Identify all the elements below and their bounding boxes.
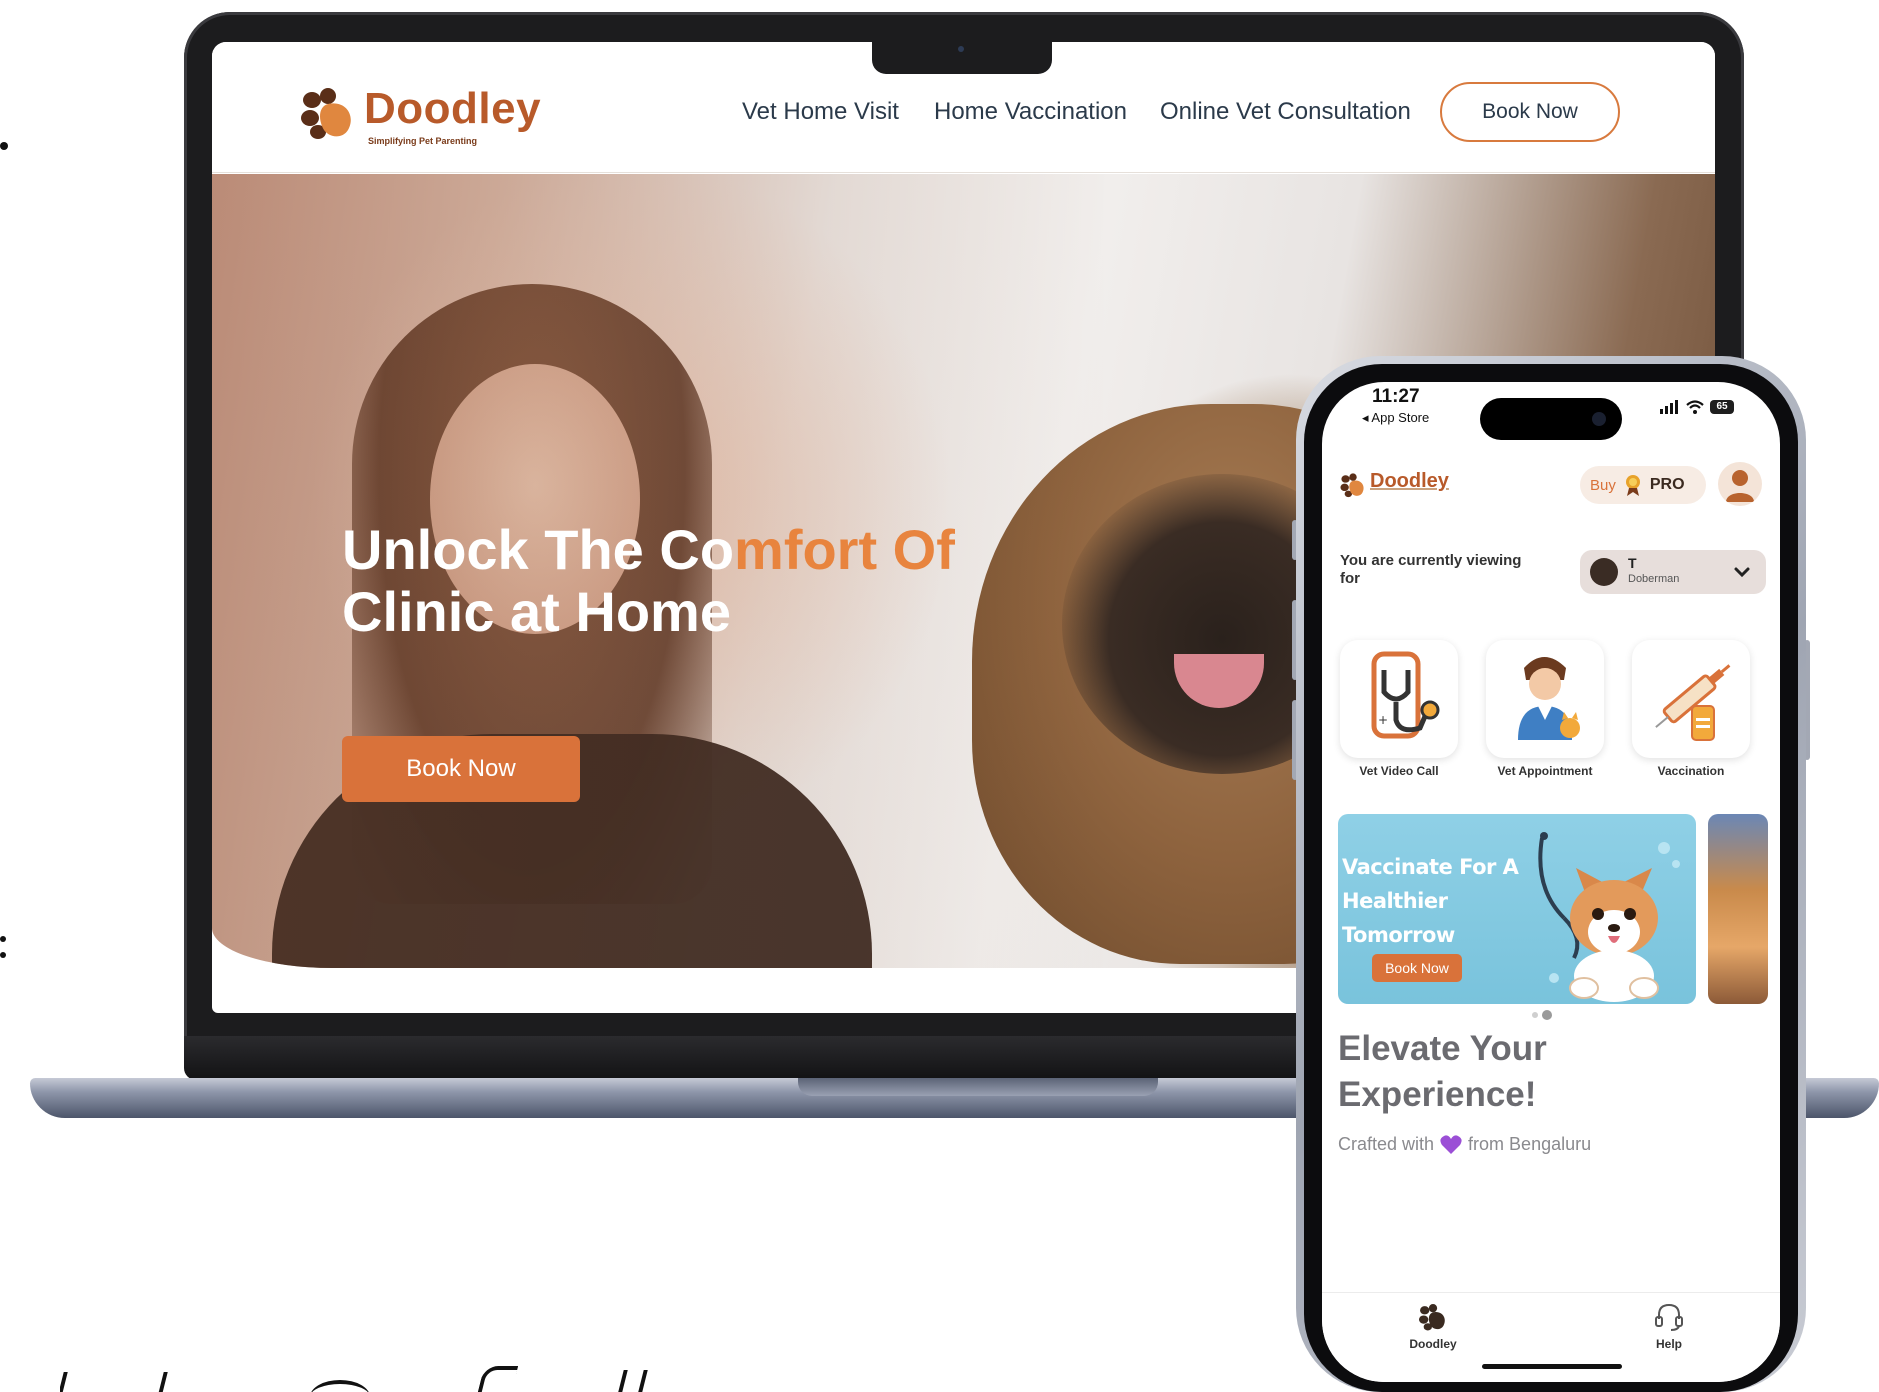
- nav-online-vet-consultation[interactable]: Online Vet Consultation: [1160, 98, 1411, 126]
- app-paw-logo-icon: [1340, 473, 1364, 498]
- cropped-colon: [0, 936, 6, 966]
- laptop-groove: [798, 1078, 1158, 1096]
- chevron-down-icon: [1734, 567, 1750, 578]
- corgi-illustration-icon: [1538, 832, 1680, 1002]
- banner-title: Vaccinate For A Healthier Tomorrow: [1342, 855, 1519, 947]
- buy-pro-button[interactable]: Buy PRO: [1580, 466, 1706, 504]
- phone-screen: 11:27 ◂ App Store 65 Doodley Buy PRO You…: [1322, 382, 1780, 1382]
- nav-vet-home-visit[interactable]: Vet Home Visit: [742, 98, 899, 126]
- tab-help[interactable]: Help: [1614, 1303, 1724, 1351]
- viewing-for-label: You are currently viewing for: [1340, 552, 1522, 587]
- status-time: 11:27: [1372, 386, 1420, 407]
- tab-doodley-label: Doodley: [1409, 1337, 1457, 1351]
- veterinarian-icon: [1518, 657, 1580, 740]
- cropped-caption-fragments: [60, 1366, 680, 1392]
- status-back-to-app-store[interactable]: ◂ App Store: [1362, 410, 1429, 426]
- pet-breed: Doberman: [1628, 573, 1680, 585]
- laptop-notch: [872, 40, 1052, 74]
- crafted-prefix: Crafted with: [1338, 1134, 1435, 1154]
- carousel-dot[interactable]: [1532, 1012, 1538, 1018]
- book-now-header-button[interactable]: Book Now: [1440, 82, 1620, 142]
- cropped-dot-top: [0, 142, 8, 150]
- pet-avatar: [1590, 558, 1618, 586]
- service-vet-appointment-label: Vet Appointment: [1497, 764, 1593, 778]
- tab-doodley[interactable]: Doodley: [1378, 1303, 1488, 1351]
- service-vaccination[interactable]: [1632, 640, 1750, 758]
- pet-selector-dropdown[interactable]: T Doberman: [1580, 550, 1766, 594]
- home-indicator[interactable]: [1482, 1364, 1622, 1369]
- hero-title-accent: mfort Of: [734, 518, 955, 581]
- buy-label: Buy: [1590, 476, 1616, 494]
- carousel-dots: [1532, 1010, 1552, 1020]
- service-vaccination-label: Vaccination: [1657, 764, 1725, 778]
- purple-heart-icon: [1440, 1134, 1462, 1154]
- vaccinate-banner[interactable]: Vaccinate For A Healthier Tomorrow Book …: [1338, 814, 1696, 1004]
- brand-tagline: Simplifying Pet Parenting: [368, 136, 478, 146]
- service-vet-video-call[interactable]: +: [1340, 640, 1458, 758]
- profile-avatar[interactable]: [1718, 462, 1762, 506]
- brand-name[interactable]: Doodley: [364, 84, 541, 134]
- nav-home-vaccination[interactable]: Home Vaccination: [934, 98, 1127, 126]
- battery-indicator: 65: [1710, 400, 1734, 414]
- hero-book-now-button[interactable]: Book Now: [342, 736, 580, 802]
- paw-tab-icon: [1419, 1304, 1445, 1331]
- syringe-icon: [1655, 664, 1731, 741]
- cellular-signal-icon: [1660, 400, 1678, 414]
- banner-book-now-button[interactable]: Book Now: [1372, 954, 1462, 982]
- pro-badge-icon: [1625, 475, 1640, 496]
- crafted-with-love: Crafted with from Bengaluru: [1338, 1134, 1591, 1155]
- pro-label: PRO: [1649, 476, 1685, 493]
- camera-icon: [958, 46, 964, 52]
- service-vet-video-call-label: Vet Video Call: [1359, 764, 1439, 778]
- front-camera-icon: [1592, 412, 1606, 426]
- wifi-icon: [1686, 400, 1704, 414]
- crafted-suffix: from Bengaluru: [1468, 1134, 1592, 1154]
- hero-title-line2: Clinic at Home: [342, 580, 731, 643]
- carousel-dot-active[interactable]: [1542, 1010, 1552, 1020]
- hero-title-white: Unlock The Co: [342, 518, 735, 581]
- dynamic-island: [1480, 398, 1622, 440]
- tab-help-label: Help: [1655, 1337, 1682, 1351]
- phone-stethoscope-icon: +: [1371, 651, 1440, 739]
- next-banner-preview[interactable]: [1708, 814, 1768, 1004]
- svg-text:+: +: [1378, 713, 1388, 727]
- paw-logo-icon: [301, 88, 351, 139]
- status-icons: 65: [1660, 400, 1734, 414]
- app-brand-name[interactable]: Doodley: [1370, 470, 1449, 493]
- pet-name: T: [1628, 555, 1637, 571]
- service-vet-appointment[interactable]: [1486, 640, 1604, 758]
- hero-title: Unlock The Comfort Of Clinic at Home: [342, 519, 1102, 643]
- headset-icon: [1655, 1303, 1683, 1331]
- elevate-headline: Elevate Your Experience!: [1338, 1029, 1547, 1114]
- user-icon: [1726, 470, 1754, 502]
